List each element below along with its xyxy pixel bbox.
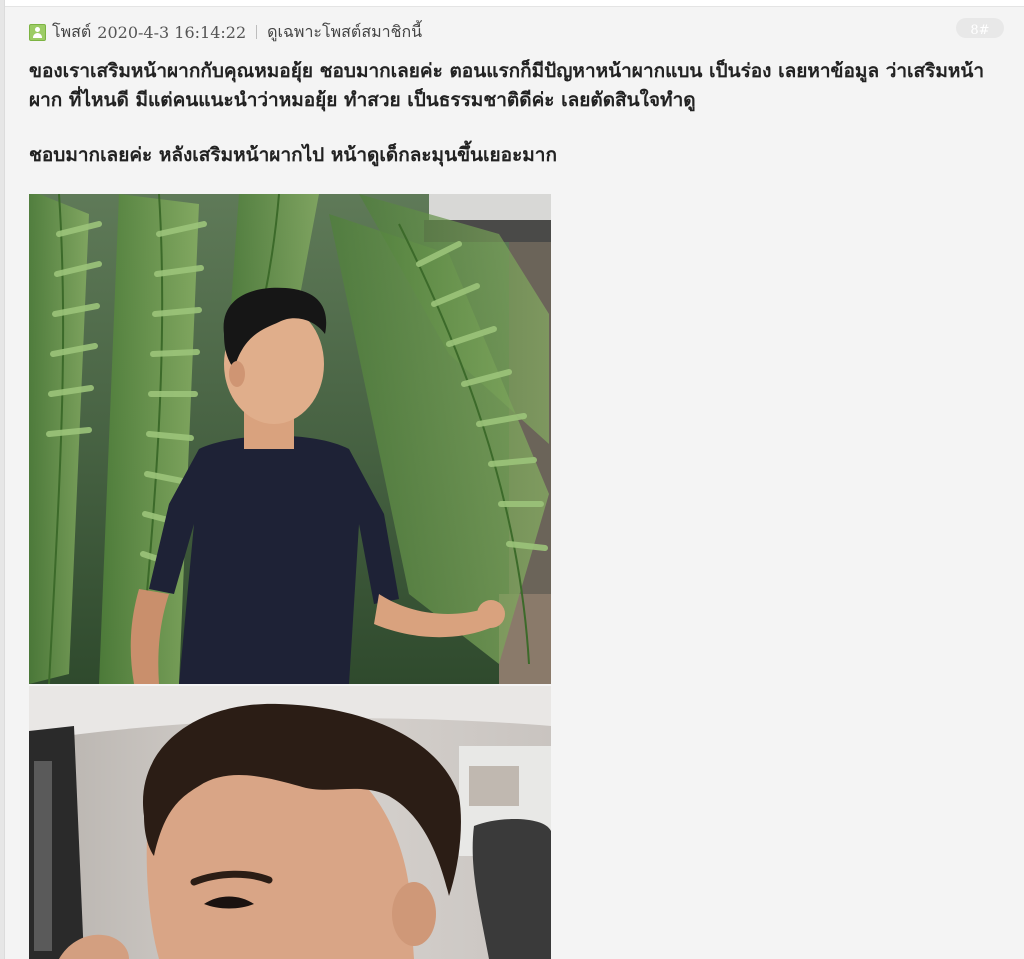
post-paragraph: ของเราเสริมหน้าผากกับคุณหมอยุ้ย ชอบมากเล…	[29, 60, 985, 111]
post-datetime: 2020-4-3 16:14:22	[97, 22, 247, 42]
floor-number-badge: 8#	[956, 18, 1004, 38]
post-page: โพสต์ 2020-4-3 16:14:22 ดูเฉพาะโพสต์สมาช…	[0, 0, 1024, 959]
left-border	[0, 0, 5, 959]
post-content: ของเราเสริมหน้าผากกับคุณหมอยุ้ย ชอบมากเล…	[29, 57, 1009, 170]
view-member-posts-link[interactable]: ดูเฉพาะโพสต์สมาชิกนี้	[267, 20, 422, 45]
photo-fern-scene	[29, 194, 551, 684]
user-icon	[29, 23, 46, 41]
top-divider	[0, 0, 1024, 7]
post-label: โพสต์	[52, 21, 92, 41]
post-paragraph: ชอบมากเลยค่ะ หลังเสริมหน้าผากไป หน้าดูเด…	[29, 144, 557, 166]
photo-man-with-fern-leaves[interactable]	[29, 194, 551, 684]
photo-selfie-in-car[interactable]	[29, 686, 551, 959]
header-separator	[256, 25, 258, 39]
post-header: โพสต์ 2020-4-3 16:14:22 ดูเฉพาะโพสต์สมาช…	[29, 21, 422, 43]
photo-car-scene	[29, 686, 551, 959]
